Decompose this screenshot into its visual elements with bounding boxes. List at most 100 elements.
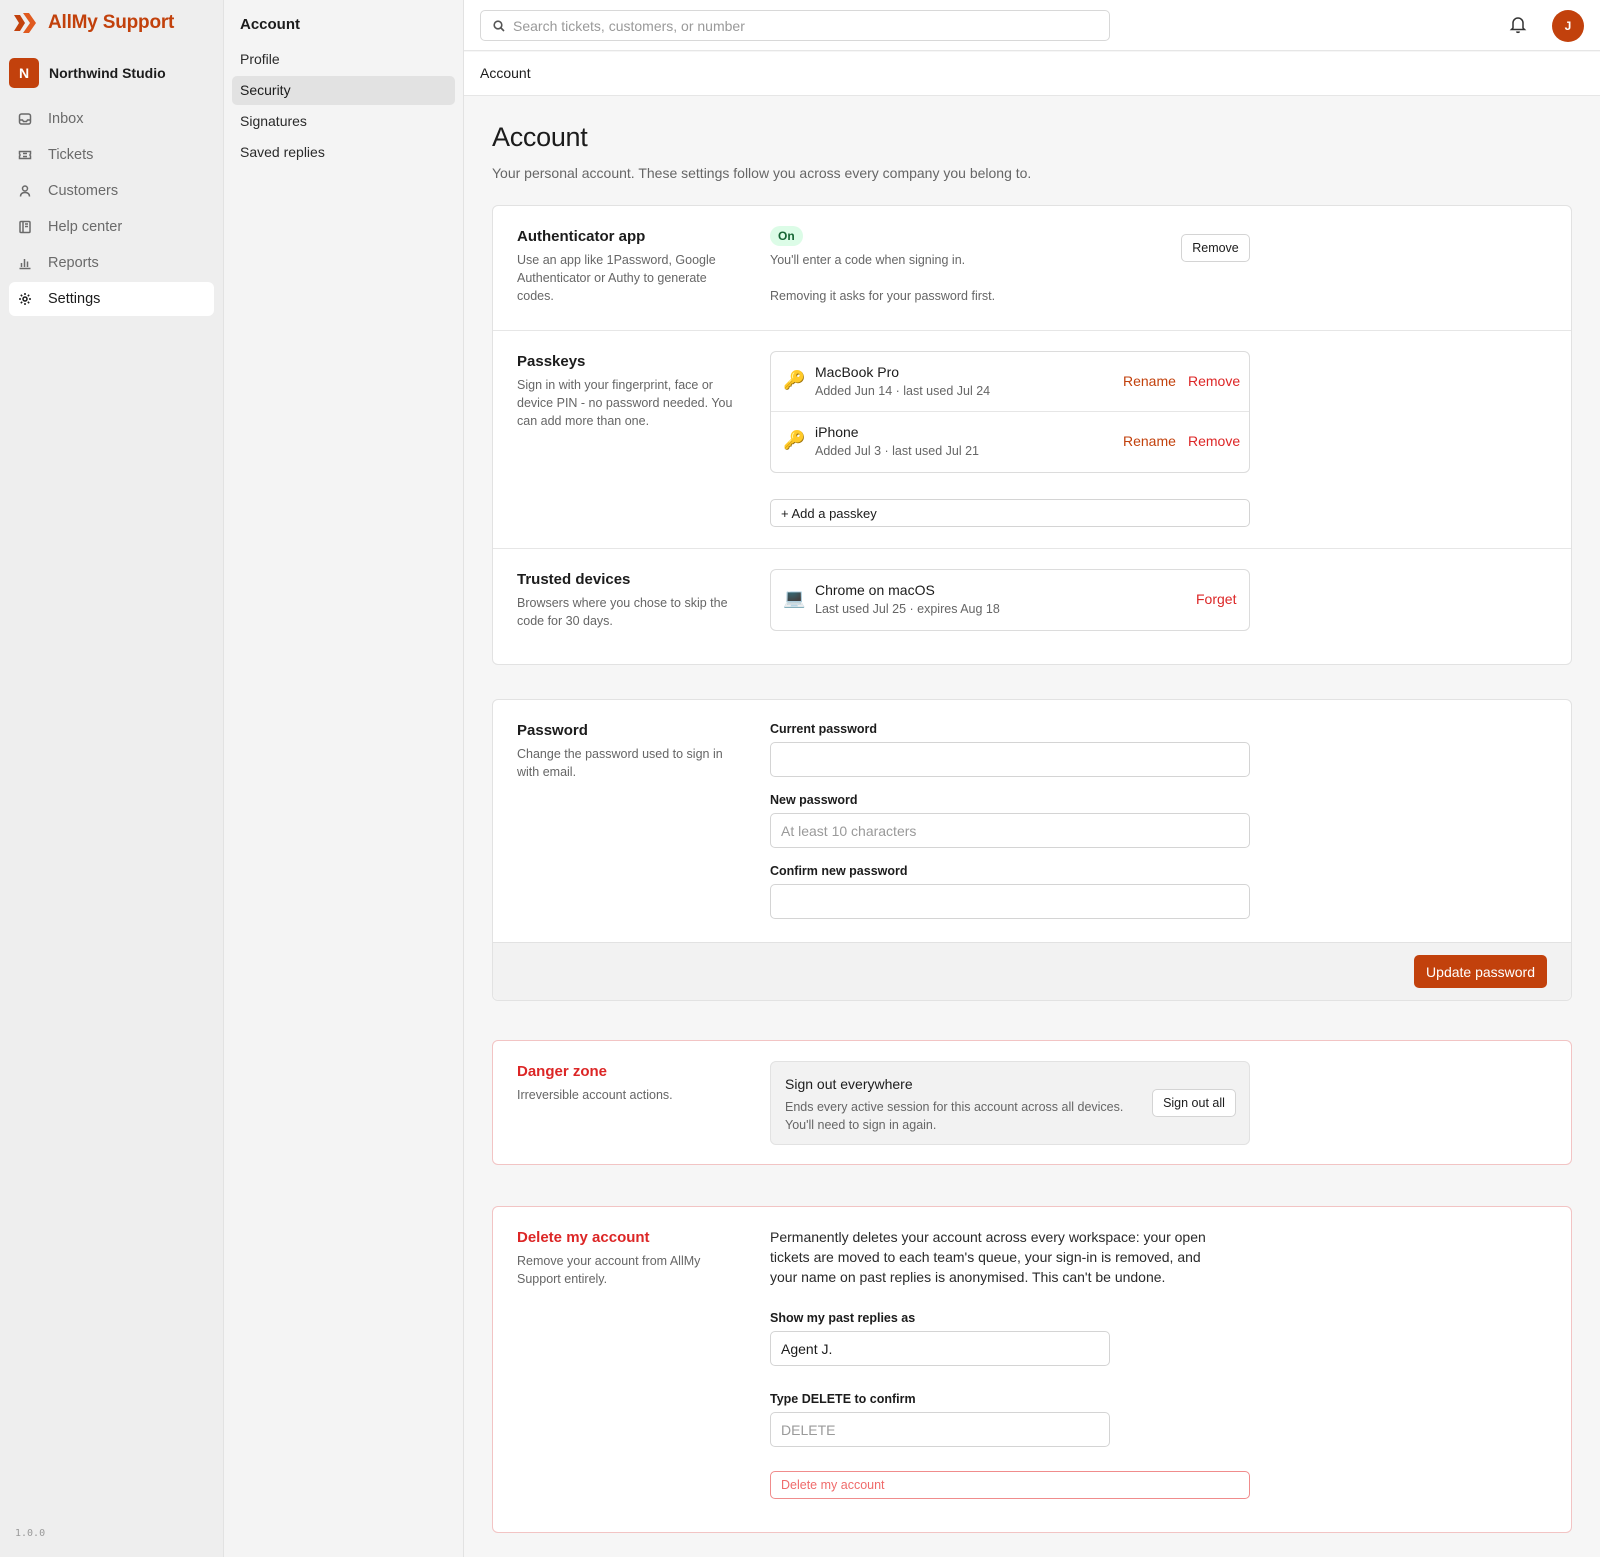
authenticator-title: Authenticator app [517,228,646,245]
brand-logo-icon [14,13,36,33]
delete-account-button[interactable]: Delete my account [770,1471,1250,1499]
main-sidebar: AllMy Support N Northwind Studio Inbox T… [0,0,224,1557]
remove-passkey-button[interactable]: Remove [1188,433,1240,449]
brand[interactable]: AllMy Support [0,0,223,46]
status-badge: On [770,226,803,246]
nav-item-settings[interactable]: Settings [9,282,214,316]
device-meta: Last used Jul 25 · expires Aug 18 [815,602,1000,616]
main-nav: Inbox Tickets Customers Help center Repo… [0,102,223,316]
confirm-delete-field[interactable] [770,1412,1110,1447]
confirm-delete-label: Type DELETE to confirm [770,1392,916,1406]
subnav-item-saved-replies[interactable]: Saved replies [232,138,455,167]
sign-out-all-button[interactable]: Sign out all [1152,1089,1236,1117]
delete-account-desc: Remove your account from AllMy Support e… [517,1254,701,1286]
passkey-meta: Added Jul 3 · last used Jul 21 [815,444,979,458]
settings-subnav: Account Profile Security Signatures Save… [224,0,464,1557]
key-icon: 🔑 [783,430,806,450]
rename-passkey-button[interactable]: Rename [1123,433,1176,449]
nav-item-inbox[interactable]: Inbox [9,102,214,136]
main-content: Account Your personal account. These set… [492,96,1572,1533]
trusted-device-list: 💻 Chrome on macOS Last used Jul 25 · exp… [770,569,1250,631]
alias-label: Show my past replies as [770,1311,916,1325]
breadcrumb: Account [464,52,1600,96]
workspace-avatar: N [9,58,39,88]
sign-out-title: Sign out everywhere [785,1076,913,1092]
bar-chart-icon [19,259,31,270]
subnav-title: Account [240,16,300,33]
forget-device-button[interactable]: Forget [1196,591,1236,607]
danger-zone-title: Danger zone [517,1063,608,1080]
book-icon [19,220,31,234]
authenticator-note: Removing it asks for your password first… [770,289,996,303]
delete-account-warning: Permanently deletes your account across … [770,1229,1206,1285]
gear-icon [19,293,31,305]
search-box[interactable] [480,10,1110,41]
new-password-field[interactable] [770,813,1250,848]
search-input[interactable] [513,17,1097,34]
trusted-devices-title: Trusted devices [517,571,631,588]
remove-passkey-button[interactable]: Remove [1188,373,1240,389]
sign-out-everywhere-panel: Sign out everywhere Ends every active se… [770,1061,1250,1145]
nav-item-help-center[interactable]: Help center [9,210,214,244]
confirm-password-field[interactable] [770,884,1250,919]
passkey-name: MacBook Pro [815,364,900,380]
nav-label: Inbox [48,111,84,127]
search-icon [493,19,505,32]
passkeys-row: Passkeys Sign in with your fingerprint, … [493,331,1571,549]
update-password-button[interactable]: Update password [1414,955,1547,988]
passkey-name: iPhone [815,424,859,440]
nav-item-tickets[interactable]: Tickets [9,138,214,172]
passkey-list: 🔑 MacBook Pro Added Jun 14 · last used J… [770,351,1250,473]
top-bar: J [464,0,1600,51]
danger-zone-desc: Irreversible account actions. [517,1088,673,1102]
nav-label: Customers [48,183,119,199]
page-title: Account [492,122,588,152]
list-item: 💻 Chrome on macOS Last used Jul 25 · exp… [771,570,1249,630]
nav-label: Reports [48,255,99,271]
add-passkey-button[interactable]: + Add a passkey [770,499,1250,527]
trusted-devices-row: Trusted devices Browsers where you chose… [493,549,1571,664]
delete-account-title: Delete my account [517,1229,650,1246]
inbox-icon [18,113,32,125]
authenticator-info: You'll enter a code when signing in. [770,253,966,267]
nav-label: Tickets [48,147,94,163]
list-item: 🔑 iPhone Added Jul 3 · last used Jul 21 … [771,412,1249,472]
remove-authenticator-button[interactable]: Remove [1181,234,1250,262]
password-card-footer: Update password [493,942,1571,1000]
subnav-item-profile[interactable]: Profile [232,45,455,74]
password-title: Password [517,722,588,739]
sign-out-desc: Ends every active session for this accou… [785,1100,1124,1132]
app-version: 1.0.0 [15,1528,46,1539]
subnav-item-signatures[interactable]: Signatures [232,107,455,136]
nav-label: Settings [48,291,101,307]
authenticator-desc: Use an app like 1Password, Google Authen… [517,253,716,303]
current-password-field[interactable] [770,742,1250,777]
password-desc: Change the password used to sign in with… [517,747,723,779]
danger-zone-card: Danger zone Irreversible account actions… [492,1040,1572,1165]
brand-name: AllMy Support [48,12,175,33]
alias-field[interactable] [770,1331,1110,1366]
bell-icon [1509,17,1527,34]
subnav-item-security[interactable]: Security [232,76,455,105]
authenticator-row: Authenticator app Use an app like 1Passw… [493,206,1571,331]
password-card: Password Change the password used to sig… [492,699,1572,1001]
user-avatar[interactable]: J [1552,10,1584,42]
trusted-devices-desc: Browsers where you chose to skip the cod… [517,596,728,628]
workspace-name: Northwind Studio [49,65,166,81]
device-name: Chrome on macOS [815,582,935,598]
page-subtitle: Your personal account. These settings fo… [492,165,1032,181]
passkeys-title: Passkeys [517,353,586,370]
rename-passkey-button[interactable]: Rename [1123,373,1176,389]
workspace-switcher[interactable]: N Northwind Studio [9,58,214,88]
ticket-icon [18,150,32,160]
key-icon: 🔑 [783,370,806,390]
nav-label: Help center [48,219,123,235]
delete-account-card: Delete my account Remove your account fr… [492,1206,1572,1533]
security-card: Authenticator app Use an app like 1Passw… [492,205,1572,665]
passkey-meta: Added Jun 14 · last used Jul 24 [815,384,991,398]
nav-item-reports[interactable]: Reports [9,246,214,280]
notifications-button[interactable] [1508,14,1530,36]
passkeys-desc: Sign in with your fingerprint, face or d… [517,378,733,428]
current-password-label: Current password [770,722,877,736]
nav-item-customers[interactable]: Customers [9,174,214,208]
